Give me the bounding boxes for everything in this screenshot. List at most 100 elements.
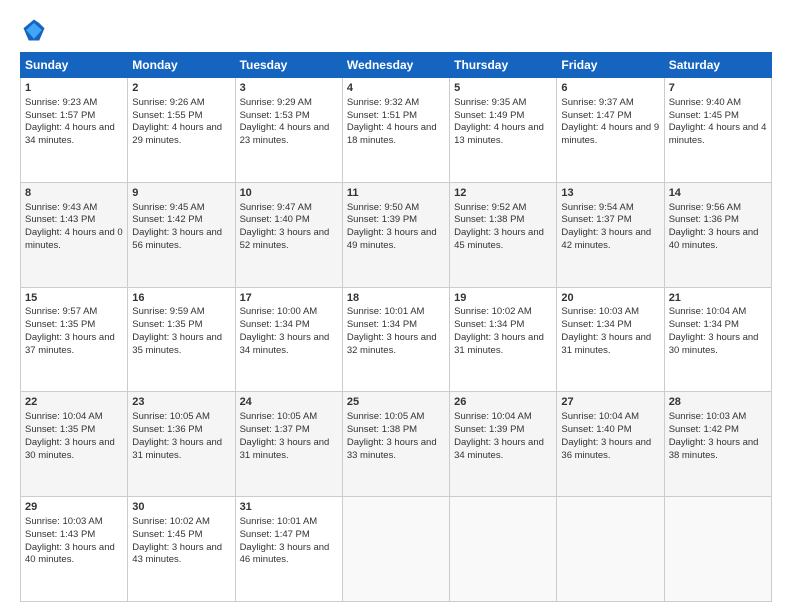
sunset-label: Sunset: 1:40 PM <box>561 424 631 435</box>
day-number: 14 <box>669 186 767 201</box>
sunset-label: Sunset: 1:55 PM <box>132 110 202 121</box>
sunset-label: Sunset: 1:34 PM <box>669 319 739 330</box>
logo <box>20 16 52 44</box>
sunset-label: Sunset: 1:34 PM <box>561 319 631 330</box>
day-cell: 10Sunrise: 9:47 AMSunset: 1:40 PMDayligh… <box>235 182 342 287</box>
weekday-tuesday: Tuesday <box>235 53 342 78</box>
daylight-label: Daylight: 3 hours and 35 minutes. <box>132 332 222 356</box>
day-number: 31 <box>240 500 338 515</box>
day-number: 6 <box>561 81 659 96</box>
day-number: 22 <box>25 395 123 410</box>
day-cell <box>557 497 664 602</box>
day-number: 19 <box>454 291 552 306</box>
daylight-label: Daylight: 3 hours and 31 minutes. <box>240 437 330 461</box>
daylight-label: Daylight: 3 hours and 46 minutes. <box>240 542 330 566</box>
daylight-label: Daylight: 3 hours and 31 minutes. <box>132 437 222 461</box>
week-row-4: 22 Sunrise: 10:04 AM Sunset: 1:35 PM Daylig… <box>21 392 772 497</box>
day-cell <box>342 497 449 602</box>
sunset-label: Sunset: 1:47 PM <box>240 529 310 540</box>
sunset-label: Sunset: 1:45 PM <box>669 110 739 121</box>
sunset-label: Sunset: 1:39 PM <box>454 424 524 435</box>
sunrise-label: Sunrise: 9:23 AM <box>25 97 97 108</box>
weekday-saturday: Saturday <box>664 53 771 78</box>
sunrise-label: Sunrise: 9:43 AM <box>25 202 97 213</box>
day-cell: 26Sunrise: 10:04 AM Sunset: 1:39 PM Daylig… <box>450 392 557 497</box>
daylight-label: Daylight: 3 hours and 42 minutes. <box>561 227 651 251</box>
logo-icon <box>20 16 48 44</box>
day-number: 17 <box>240 291 338 306</box>
sunset-label: Sunset: 1:57 PM <box>25 110 95 121</box>
sunset-label: Sunset: 1:35 PM <box>25 424 95 435</box>
weekday-thursday: Thursday <box>450 53 557 78</box>
sunrise-label: Sunrise: 10:05 AM <box>347 411 425 422</box>
daylight-label: Daylight: 4 hours and 23 minutes. <box>240 122 330 146</box>
daylight-label: Daylight: 4 hours and 4 minutes. <box>669 122 767 146</box>
daylight-label: Daylight: 3 hours and 32 minutes. <box>347 332 437 356</box>
day-cell: 3Sunrise: 9:29 AMSunset: 1:53 PMDaylight… <box>235 78 342 183</box>
sunset-label: Sunset: 1:38 PM <box>454 214 524 225</box>
sunrise-label: Sunrise: 10:04 AM <box>454 411 532 422</box>
day-cell: 30Sunrise: 10:02 AMSunset: 1:45 PMDaylig… <box>128 497 235 602</box>
sunset-label: Sunset: 1:45 PM <box>132 529 202 540</box>
week-row-5: 29Sunrise: 10:03 AMSunset: 1:43 PMDaylig… <box>21 497 772 602</box>
day-number: 23 <box>132 395 230 410</box>
sunset-label: Sunset: 1:43 PM <box>25 214 95 225</box>
sunset-label: Sunset: 1:35 PM <box>25 319 95 330</box>
day-cell: 28Sunrise: 10:03 AMSunset: 1:42 PMDaylig… <box>664 392 771 497</box>
day-number: 15 <box>25 291 123 306</box>
daylight-label: Daylight: 3 hours and 43 minutes. <box>132 542 222 566</box>
day-cell: 19Sunrise: 10:02 AMSunset: 1:34 PMDaylig… <box>450 287 557 392</box>
daylight-label: Daylight: 3 hours and 56 minutes. <box>132 227 222 251</box>
day-number: 21 <box>669 291 767 306</box>
sunrise-label: Sunrise: 10:00 AM <box>240 306 318 317</box>
day-number: 5 <box>454 81 552 96</box>
daylight-label: Daylight: 3 hours and 45 minutes. <box>454 227 544 251</box>
sunset-label: Sunset: 1:40 PM <box>240 214 310 225</box>
daylight-label: Daylight: 3 hours and 37 minutes. <box>25 332 115 356</box>
sunrise-label: Sunrise: 10:01 AM <box>347 306 425 317</box>
day-cell: 17Sunrise: 10:00 AMSunset: 1:34 PMDaylig… <box>235 287 342 392</box>
day-number: 13 <box>561 186 659 201</box>
day-cell: 7Sunrise: 9:40 AMSunset: 1:45 PMDaylight… <box>664 78 771 183</box>
daylight-label: Daylight: 3 hours and 34 minutes. <box>454 437 544 461</box>
day-number: 4 <box>347 81 445 96</box>
sunrise-label: Sunrise: 10:05 AM <box>132 411 210 422</box>
day-cell: 15Sunrise: 9:57 AM Sunset: 1:35 PM Dayligh… <box>21 287 128 392</box>
day-cell: 8Sunrise: 9:43 AMSunset: 1:43 PMDaylight… <box>21 182 128 287</box>
sunrise-label: Sunrise: 10:01 AM <box>240 516 318 527</box>
sunrise-label: Sunrise: 10:02 AM <box>454 306 532 317</box>
sunrise-label: Sunrise: 10:04 AM <box>561 411 639 422</box>
daylight-label: Daylight: 4 hours and 29 minutes. <box>132 122 222 146</box>
day-cell: 29Sunrise: 10:03 AMSunset: 1:43 PMDaylig… <box>21 497 128 602</box>
sunset-label: Sunset: 1:36 PM <box>132 424 202 435</box>
day-number: 26 <box>454 395 552 410</box>
sunrise-label: Sunrise: 9:37 AM <box>561 97 633 108</box>
sunset-label: Sunset: 1:36 PM <box>669 214 739 225</box>
sunset-label: Sunset: 1:34 PM <box>240 319 310 330</box>
sunset-label: Sunset: 1:34 PM <box>347 319 417 330</box>
sunrise-label: Sunrise: 10:03 AM <box>669 411 747 422</box>
sunrise-label: Sunrise: 9:59 AM <box>132 306 204 317</box>
sunset-label: Sunset: 1:34 PM <box>454 319 524 330</box>
sunrise-label: Sunrise: 9:32 AM <box>347 97 419 108</box>
day-cell <box>664 497 771 602</box>
sunset-label: Sunset: 1:42 PM <box>669 424 739 435</box>
sunset-label: Sunset: 1:53 PM <box>240 110 310 121</box>
page: SundayMondayTuesdayWednesdayThursdayFrid… <box>0 0 792 612</box>
day-cell: 2Sunrise: 9:26 AMSunset: 1:55 PMDaylight… <box>128 78 235 183</box>
day-number: 27 <box>561 395 659 410</box>
daylight-label: Daylight: 3 hours and 36 minutes. <box>561 437 651 461</box>
day-cell: 21Sunrise: 10:04 AMSunset: 1:34 PMDaylig… <box>664 287 771 392</box>
day-number: 2 <box>132 81 230 96</box>
day-cell: 12Sunrise: 9:52 AMSunset: 1:38 PMDayligh… <box>450 182 557 287</box>
sunrise-label: Sunrise: 10:03 AM <box>25 516 103 527</box>
daylight-label: Daylight: 3 hours and 49 minutes. <box>347 227 437 251</box>
day-number: 11 <box>347 186 445 201</box>
sunrise-label: Sunrise: 9:29 AM <box>240 97 312 108</box>
sunrise-label: Sunrise: 9:57 AM <box>25 306 97 317</box>
day-number: 8 <box>25 186 123 201</box>
week-row-3: 15Sunrise: 9:57 AM Sunset: 1:35 PM Dayligh… <box>21 287 772 392</box>
sunrise-label: Sunrise: 9:50 AM <box>347 202 419 213</box>
sunrise-label: Sunrise: 9:54 AM <box>561 202 633 213</box>
day-cell: 27Sunrise: 10:04 AM Sunset: 1:40 PM Daylig… <box>557 392 664 497</box>
